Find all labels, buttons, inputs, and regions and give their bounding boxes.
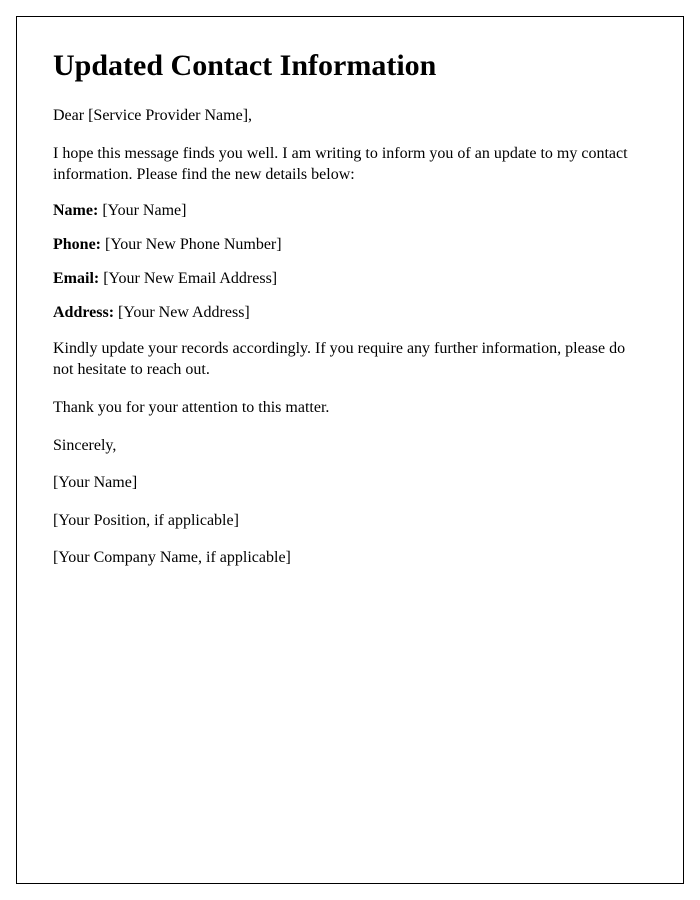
field-name-value: [Your Name]: [98, 202, 186, 219]
page-title: Updated Contact Information: [53, 49, 647, 83]
field-address-label: Address:: [53, 304, 114, 321]
signature-position: [Your Position, if applicable]: [53, 510, 647, 532]
field-email-label: Email:: [53, 270, 99, 287]
closing-request: Kindly update your records accordingly. …: [53, 338, 647, 381]
field-email: Email: [Your New Email Address]: [53, 270, 647, 288]
intro-paragraph: I hope this message finds you well. I am…: [53, 143, 647, 186]
field-phone-value: [Your New Phone Number]: [101, 236, 282, 253]
field-address-value: [Your New Address]: [114, 304, 250, 321]
field-name-label: Name:: [53, 202, 98, 219]
field-email-value: [Your New Email Address]: [99, 270, 277, 287]
document-frame: Updated Contact Information Dear [Servic…: [16, 16, 684, 884]
field-name: Name: [Your Name]: [53, 202, 647, 220]
field-phone-label: Phone:: [53, 236, 101, 253]
field-address: Address: [Your New Address]: [53, 304, 647, 322]
thanks-line: Thank you for your attention to this mat…: [53, 397, 647, 419]
salutation: Dear [Service Provider Name],: [53, 105, 647, 127]
signature-name: [Your Name]: [53, 472, 647, 494]
field-phone: Phone: [Your New Phone Number]: [53, 236, 647, 254]
signature-company: [Your Company Name, if applicable]: [53, 547, 647, 569]
signoff: Sincerely,: [53, 435, 647, 457]
